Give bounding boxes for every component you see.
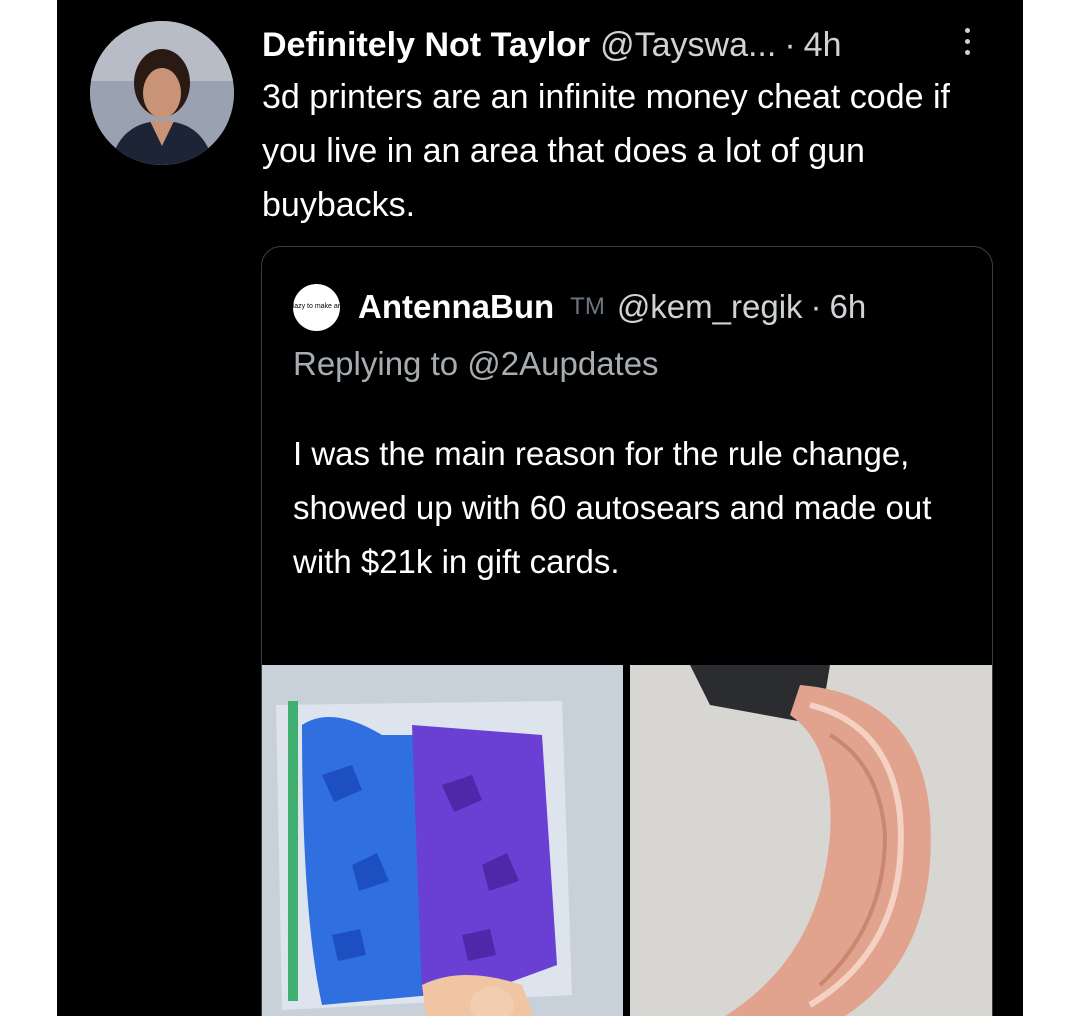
quoted-tweet-header: I'm too lazy to make an avatar AntennaBu… [270,283,983,331]
quoted-tweet-text: I was the main reason for the rule chang… [293,435,932,580]
author-avatar[interactable] [90,21,234,165]
bag-photo-icon[interactable] [262,665,623,1016]
quoted-author-display-name[interactable]: AntennaBun [358,288,554,326]
tweet-timestamp[interactable]: 4h [804,26,842,65]
author-handle[interactable]: @Tayswa... [600,26,776,65]
quoted-tweet-media [262,665,992,1016]
tweet-header: Definitely Not Taylor @Tayswa... · 4h [262,22,1002,68]
tweet-text: 3d printers are an infinite money cheat … [262,78,950,224]
tweet-card: Definitely Not Taylor @Tayswa... · 4h 3d… [57,0,1023,1016]
gift-cards-photo-icon[interactable] [630,665,992,1016]
author-display-name[interactable]: Definitely Not Taylor [262,26,590,65]
replying-to-label: Replying to @2Aupdates [293,345,659,382]
quoted-author-handle[interactable]: @kem_regik [617,288,803,326]
more-options-icon[interactable] [960,28,974,60]
quoted-author-badge: TM [570,293,605,320]
quoted-tweet[interactable]: I'm too lazy to make an avatar AntennaBu… [261,246,993,1016]
quoted-tweet-timestamp[interactable]: 6h [830,288,867,326]
quoted-author-avatar[interactable]: I'm too lazy to make an avatar [270,283,363,331]
quoted-header-separator: · [810,288,822,325]
header-separator: · [784,25,796,64]
